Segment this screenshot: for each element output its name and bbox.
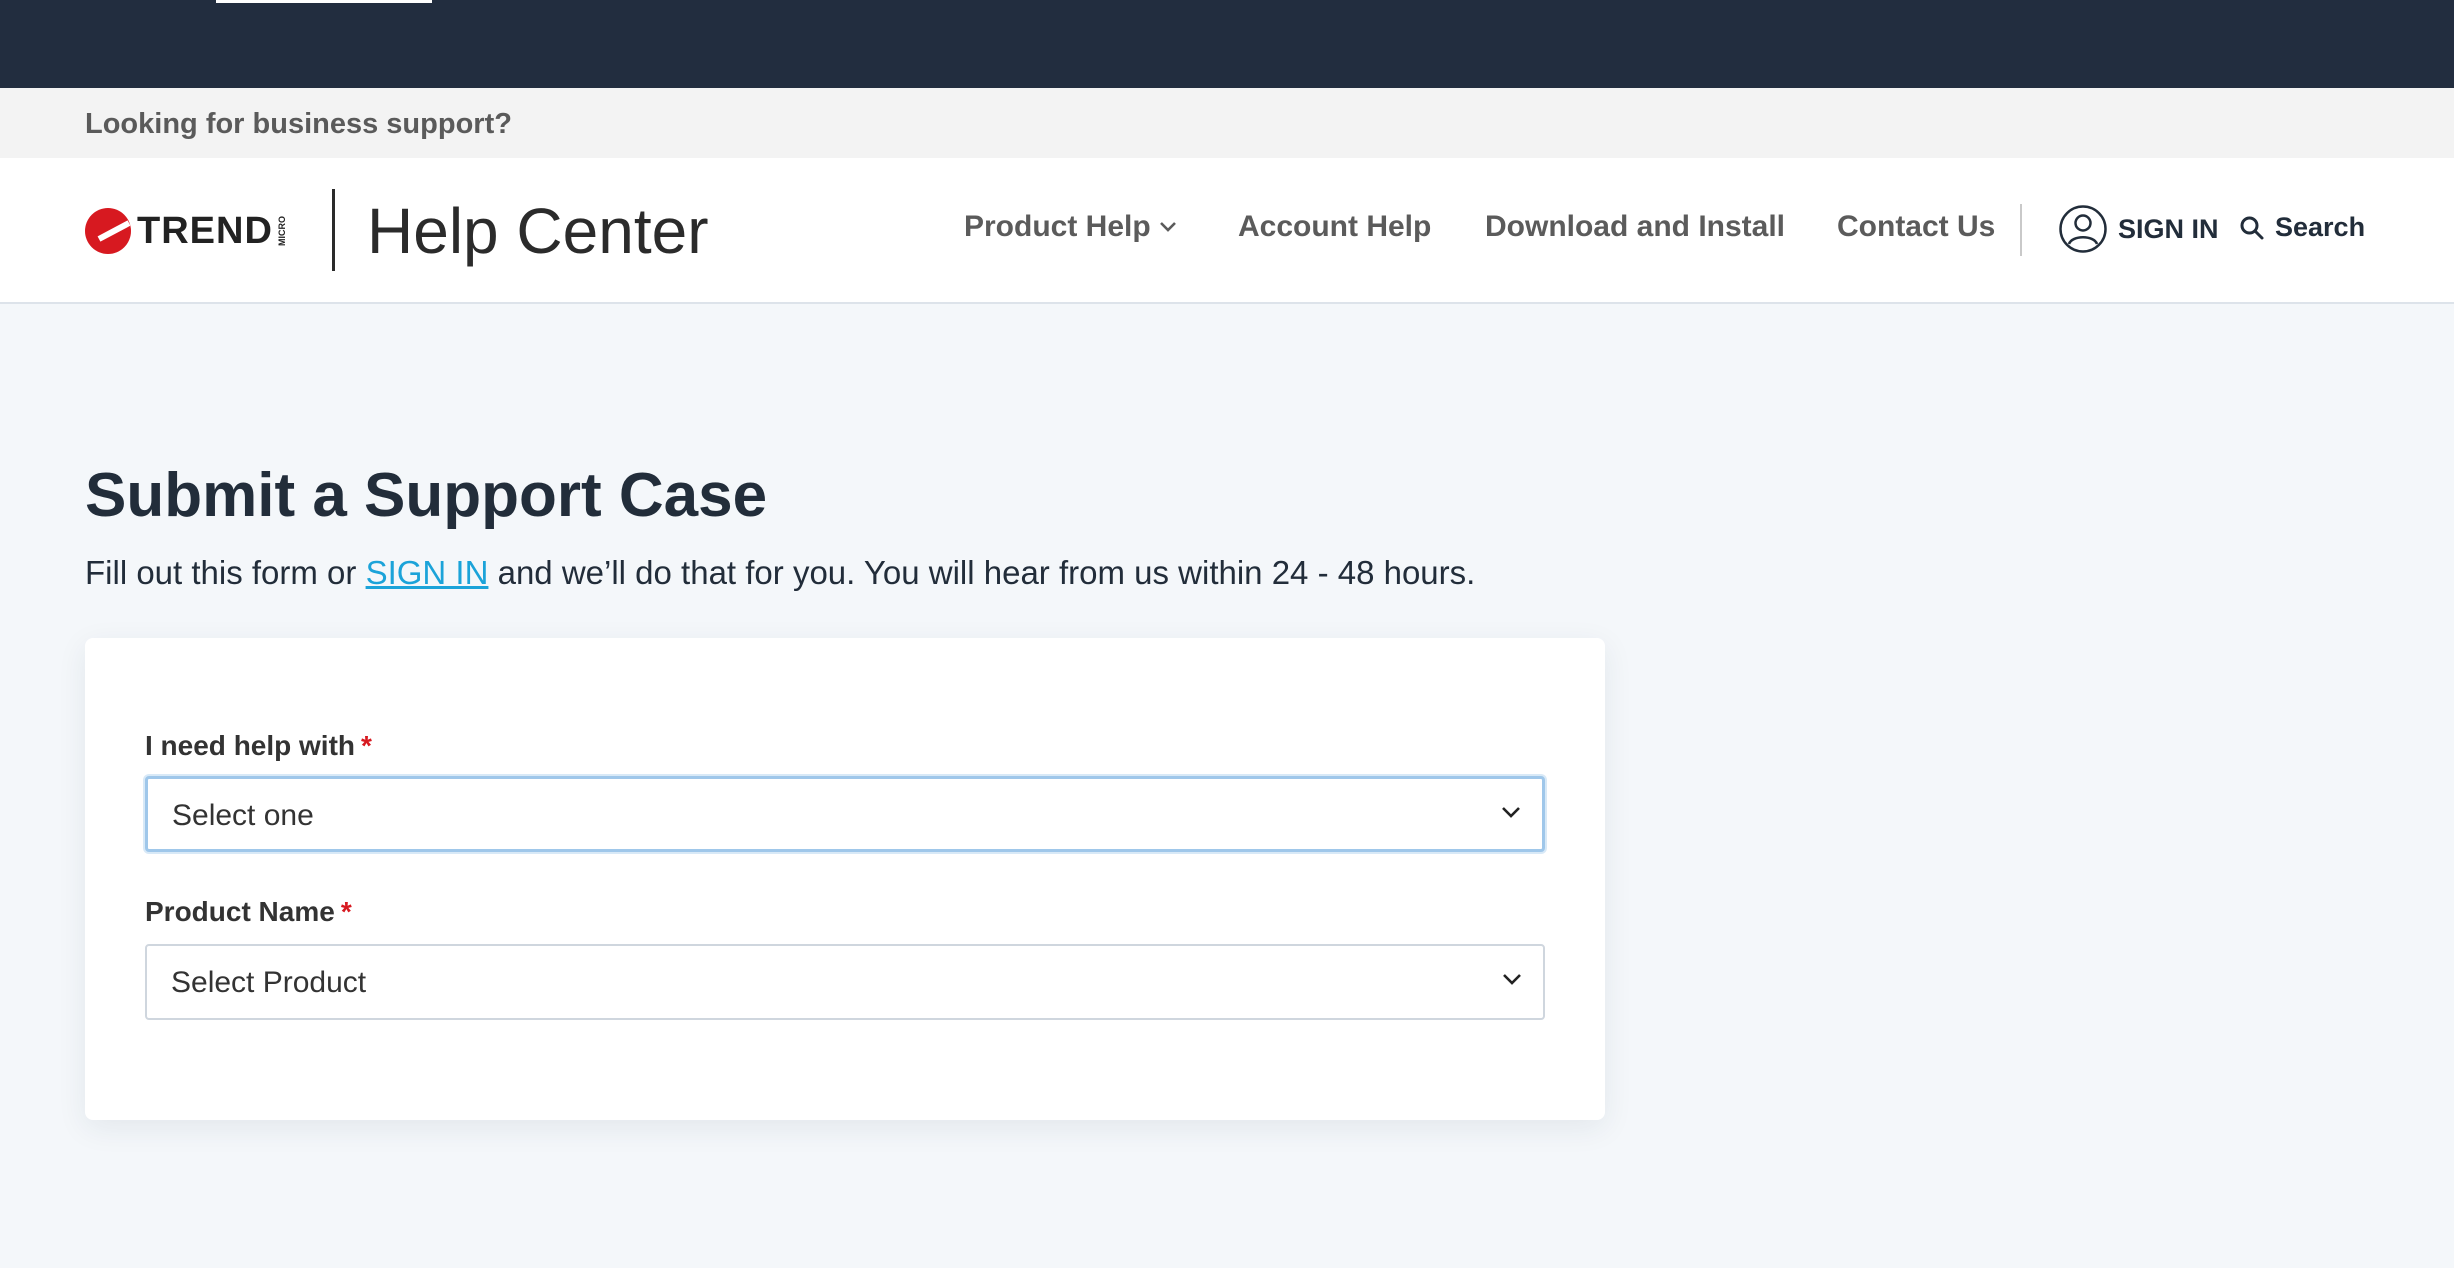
search-label: Search bbox=[2275, 212, 2366, 242]
help-with-select[interactable]: Select one bbox=[145, 776, 1545, 852]
logo-divider bbox=[332, 189, 335, 271]
logo-text: TREND bbox=[137, 209, 273, 252]
product-name-select[interactable]: Select Product bbox=[145, 944, 1545, 1020]
support-case-form: I need help with * Select one Product Nam… bbox=[85, 638, 1605, 1120]
user-icon bbox=[2059, 205, 2107, 253]
nav-product-help-label: Product Help bbox=[964, 210, 1151, 243]
site-header: TREND MICRO Help Center Product Help Acc… bbox=[0, 158, 2454, 304]
site-title[interactable]: Help Center bbox=[367, 194, 709, 268]
page-title: Submit a Support Case bbox=[85, 461, 768, 530]
business-support-bar: Looking for business support? bbox=[0, 88, 2454, 158]
intro-text-after: and we’ll do that for you. You will hear… bbox=[488, 554, 1476, 591]
required-asterisk: * bbox=[361, 730, 372, 761]
logo-subtext: MICRO bbox=[276, 216, 287, 246]
trend-logo-mark-icon bbox=[85, 208, 131, 254]
sign-in-label: SIGN IN bbox=[2118, 213, 2219, 244]
chevron-down-icon bbox=[1503, 974, 1521, 985]
trend-micro-logo[interactable]: TREND MICRO bbox=[85, 208, 287, 254]
search-icon bbox=[2240, 216, 2264, 239]
nav-download-install[interactable]: Download and Install bbox=[1485, 210, 1785, 244]
nav-product-help[interactable]: Product Help bbox=[964, 210, 1176, 244]
search-button[interactable]: Search bbox=[2239, 212, 2365, 243]
product-name-label-text: Product Name bbox=[145, 896, 335, 927]
nav-divider bbox=[2020, 204, 2022, 256]
top-bar bbox=[0, 0, 2454, 88]
chevron-down-icon bbox=[1160, 222, 1176, 232]
required-asterisk: * bbox=[340, 896, 352, 927]
product-name-selected-value: Select Product bbox=[171, 966, 367, 999]
top-bar-tab-indicator bbox=[216, 0, 432, 3]
intro-sign-in-link[interactable]: SIGN IN bbox=[366, 554, 489, 591]
intro-text-before: Fill out this form or bbox=[85, 554, 366, 591]
nav-account-help[interactable]: Account Help bbox=[1238, 210, 1431, 244]
help-with-label-text: I need help with bbox=[145, 730, 356, 761]
intro-text: Fill out this form or SIGN IN and we’ll … bbox=[85, 554, 1475, 592]
nav-contact-us[interactable]: Contact Us bbox=[1837, 210, 1995, 244]
sign-in-button[interactable]: SIGN IN bbox=[2058, 204, 2219, 254]
product-name-label: Product Name * bbox=[145, 896, 352, 928]
business-support-link[interactable]: Looking for business support? bbox=[85, 108, 512, 141]
chevron-down-icon bbox=[1502, 807, 1520, 818]
help-with-selected-value: Select one bbox=[172, 799, 314, 832]
help-with-label: I need help with * bbox=[145, 730, 372, 762]
